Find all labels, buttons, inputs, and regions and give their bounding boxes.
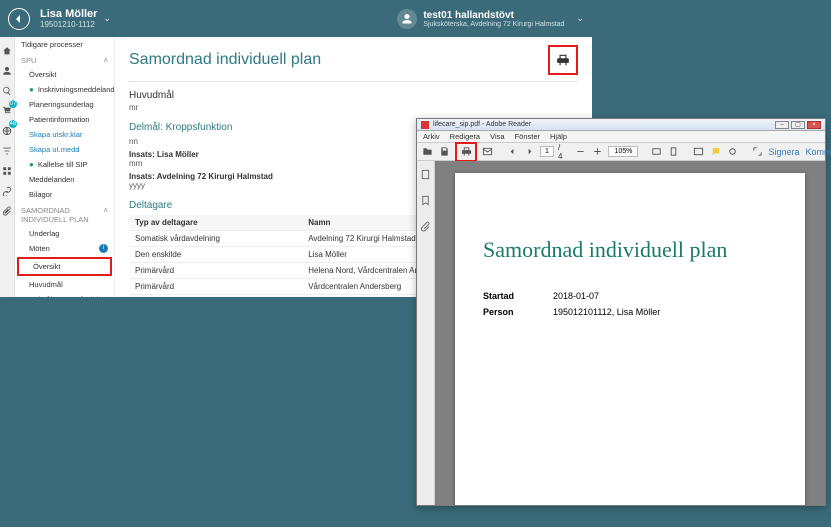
pdf-titlebar[interactable]: lifecare_sip.pdf - Adobe Reader – ▢ ×	[417, 119, 825, 131]
link-icon[interactable]	[2, 183, 12, 193]
mail-icon[interactable]	[481, 145, 494, 159]
home-icon[interactable]	[2, 43, 12, 53]
highlight-pdf-print	[455, 142, 477, 162]
highlight-print	[548, 45, 578, 75]
maximize-button[interactable]: ▢	[791, 121, 805, 129]
patient-name: Lisa Möller	[40, 8, 97, 20]
menu-redigera[interactable]: Redigera	[450, 132, 480, 141]
clip-icon[interactable]	[2, 203, 12, 213]
cart-badge: 07	[9, 100, 17, 108]
sidebar-skapa-medd[interactable]: Skapa ut.medd	[15, 142, 114, 157]
menu-arkiv[interactable]: Arkiv	[423, 132, 440, 141]
check-icon: ●	[29, 160, 34, 169]
sidebar-spu-header[interactable]: SPU˄	[15, 52, 114, 67]
sidebar-kallelse[interactable]: ●Kallelse till SIP	[15, 157, 114, 172]
pdf-window-title: lifecare_sip.pdf - Adobe Reader	[433, 121, 531, 128]
pdf-page: Samordnad individuell plan Startad 2018-…	[455, 173, 805, 505]
menu-hjalp[interactable]: Hjälp	[550, 132, 567, 141]
info-icon: i	[99, 244, 108, 253]
chevron-down-icon: ⌄	[576, 13, 584, 24]
sidebar: Tidigare processer SPU˄ Översikt ●Inskri…	[15, 37, 115, 297]
attachments-icon[interactable]	[420, 219, 431, 237]
sidebar-bilagor[interactable]: Bilagor	[15, 187, 114, 202]
user-role: Sjuksköterska, Avdelning 72 Kirurgi Halm…	[423, 21, 564, 28]
page-prev-icon[interactable]	[506, 145, 519, 159]
save-icon[interactable]	[438, 145, 451, 159]
chevron-down-icon[interactable]: ⌄	[103, 13, 111, 24]
bookmarks-icon[interactable]	[420, 193, 431, 211]
sidebar-inskrivning[interactable]: ●Inskrivningsmeddelande	[15, 82, 114, 97]
signera-button[interactable]: Signera	[768, 147, 799, 157]
sidebar-skapa-klar[interactable]: Skapa utskr.klar	[15, 127, 114, 142]
sidebar-delmal[interactable]: Delmål: Kroppsfunktion	[15, 292, 114, 297]
check-icon: ●	[29, 85, 34, 94]
zoom-out-icon[interactable]	[574, 145, 587, 159]
pdf-reader-window: lifecare_sip.pdf - Adobe Reader – ▢ × Ar…	[416, 118, 826, 506]
page-input[interactable]	[540, 146, 554, 157]
fit-page-icon[interactable]	[667, 145, 680, 159]
zoom-input[interactable]	[608, 146, 638, 157]
pdf-person-label: Person	[483, 307, 527, 317]
fit-width-icon[interactable]	[650, 145, 663, 159]
pdf-toolbar: / 4 Signera Kommentar	[417, 143, 825, 161]
sidebar-huvudmal[interactable]: Huvudmål	[15, 277, 114, 292]
icon-rail: 07 48	[0, 37, 15, 297]
pdf-app-icon	[421, 121, 429, 129]
user-menu[interactable]: test01 hallandstövt Sjuksköterska, Avdel…	[397, 9, 584, 29]
thumbnails-icon[interactable]	[420, 167, 431, 185]
huvudmal-label: Huvudmål	[129, 90, 578, 101]
huvudmal-value: mr	[129, 103, 578, 112]
pdf-print-button[interactable]	[458, 145, 474, 159]
page-next-icon[interactable]	[523, 145, 536, 159]
cart-icon[interactable]: 07	[2, 103, 12, 113]
user-name: test01 hallandstövt	[423, 10, 564, 21]
pdf-viewport[interactable]: Samordnad individuell plan Startad 2018-…	[435, 161, 825, 505]
comment-bubble-icon[interactable]	[709, 145, 722, 159]
sidebar-patientinfo[interactable]: Patientinformation	[15, 112, 114, 127]
sidebar-moten[interactable]: Möteni	[15, 241, 114, 256]
sidebar-underlag[interactable]: Underlag	[15, 226, 114, 241]
kommentar-button[interactable]: Kommentar	[805, 147, 831, 157]
zoom-in-icon[interactable]	[591, 145, 604, 159]
sidebar-oversikt-active[interactable]: Översikt	[19, 259, 110, 274]
expand-icon[interactable]	[751, 145, 764, 159]
pdf-startad-value: 2018-01-07	[553, 291, 599, 301]
page-total: / 4	[558, 143, 562, 161]
col-type: Typ av deltagare	[129, 215, 302, 231]
patient-info[interactable]: Lisa Möller 19501210-1112	[40, 8, 97, 29]
menu-visa[interactable]: Visa	[490, 132, 504, 141]
patient-id: 19501210-1112	[40, 20, 97, 29]
stamp-icon[interactable]	[726, 145, 739, 159]
pdf-doc-title: Samordnad individuell plan	[483, 237, 777, 263]
sidebar-sip-header[interactable]: SAMORDNAD INDIVIDUELL PLAN˄	[15, 202, 114, 226]
read-mode-icon[interactable]	[692, 145, 705, 159]
print-button[interactable]	[554, 51, 572, 69]
grid-icon[interactable]	[2, 163, 12, 173]
pdf-startad-label: Startad	[483, 291, 527, 301]
close-button[interactable]: ×	[807, 121, 821, 129]
highlight-oversikt: Översikt	[17, 257, 112, 276]
sidebar-meddelanden[interactable]: Meddelanden	[15, 172, 114, 187]
menu-fonster[interactable]: Fönster	[515, 132, 540, 141]
pdf-person-value: 195012101112, Lisa Möller	[553, 307, 660, 317]
avatar-icon	[397, 9, 417, 29]
globe-badge: 48	[9, 120, 17, 128]
filter-icon[interactable]	[2, 143, 12, 153]
minimize-button[interactable]: –	[775, 121, 789, 129]
pdf-side-rail	[417, 161, 435, 505]
page-title: Samordnad individuell plan	[129, 51, 321, 69]
chevron-up-icon: ˄	[103, 56, 108, 65]
topbar: Lisa Möller 19501210-1112 ⌄ test01 halla…	[0, 0, 592, 37]
user-icon[interactable]	[2, 63, 12, 73]
pdf-menubar: Arkiv Redigera Visa Fönster Hjälp	[417, 131, 825, 143]
sidebar-processes[interactable]: Tidigare processer	[15, 37, 114, 52]
back-button[interactable]	[8, 8, 30, 30]
sidebar-oversikt[interactable]: Översikt	[15, 67, 114, 82]
search-icon[interactable]	[2, 83, 12, 93]
sidebar-planering[interactable]: Planeringsunderlag	[15, 97, 114, 112]
open-icon[interactable]	[421, 145, 434, 159]
chevron-up-icon: ˄	[103, 206, 108, 224]
globe-icon[interactable]: 48	[2, 123, 12, 133]
